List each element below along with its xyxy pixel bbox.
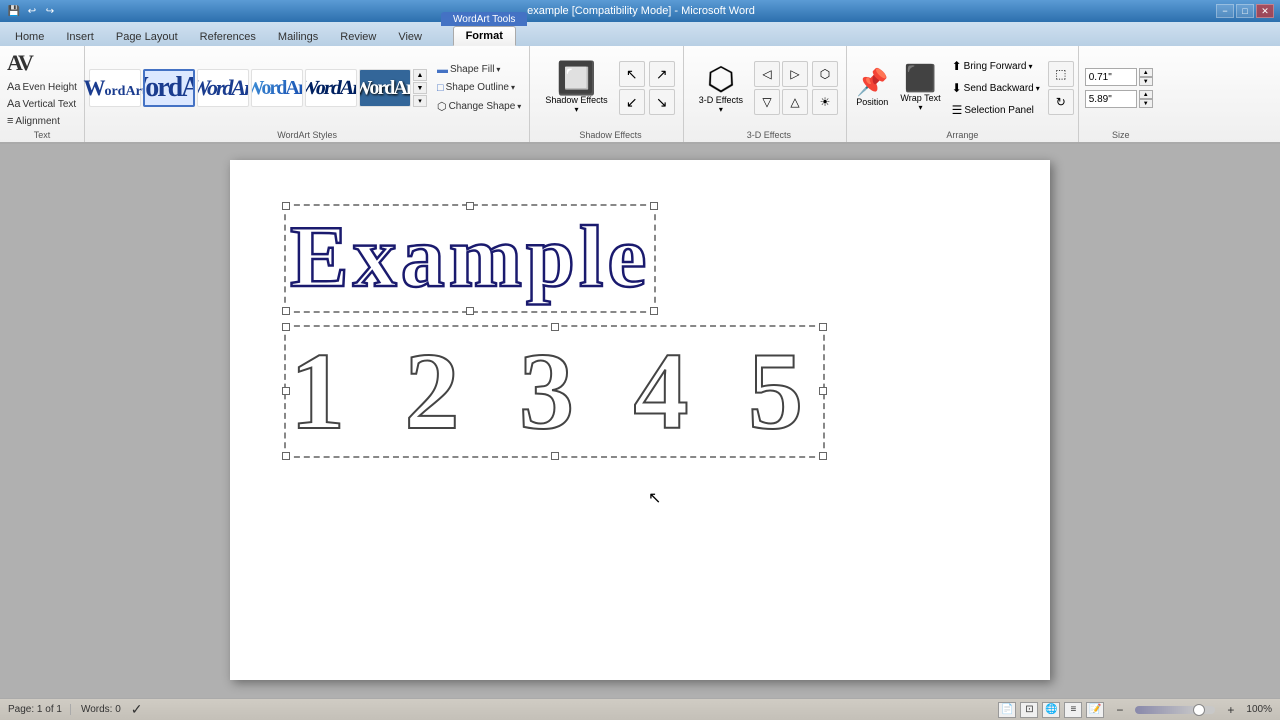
- wordart-style-5[interactable]: WordArt: [359, 69, 411, 107]
- selection-panel-button[interactable]: ☰ Selection Panel: [948, 100, 1044, 120]
- effects-3d-button[interactable]: ⬡ 3-D Effects ▾: [692, 57, 750, 119]
- ribbon-group-shadow-effects: 🔲 Shadow Effects ▾ ↖ ↙ ↗ ↘ Shadow Effect…: [530, 46, 683, 142]
- av-spacing-button[interactable]: AV: [4, 48, 80, 78]
- cursor: ↖: [648, 488, 661, 508]
- zoom-level[interactable]: 100%: [1246, 704, 1272, 715]
- even-height-button[interactable]: Aa Even Height: [4, 79, 80, 95]
- minimize-button[interactable]: −: [1216, 4, 1234, 18]
- shadow-move-button[interactable]: ↙: [619, 89, 645, 115]
- gallery-scroll-up[interactable]: ▲: [413, 69, 427, 81]
- shadow-nudge-up[interactable]: ↗: [649, 61, 675, 87]
- zoom-minus[interactable]: −: [1114, 703, 1125, 717]
- zoom-plus[interactable]: +: [1225, 703, 1236, 717]
- width-input[interactable]: [1085, 90, 1137, 108]
- close-button[interactable]: ✕: [1256, 4, 1274, 18]
- status-bar: Page: 1 of 1 Words: 0 ✓ 📄 ⊡ 🌐 ≡ 📝 − + 10…: [0, 698, 1280, 720]
- size-group-label: Size: [1085, 130, 1157, 140]
- tab-page-layout[interactable]: Page Layout: [105, 26, 189, 46]
- height-spin-down[interactable]: ▼: [1139, 77, 1153, 86]
- 3d-direction-button[interactable]: ☀: [812, 89, 838, 115]
- wordart-style-1-full[interactable]: WordArt: [143, 69, 195, 107]
- send-backward-button[interactable]: ⬇ Send Backward ▾: [948, 78, 1044, 98]
- wordart-numbers-text: 1 2 3 4 5: [290, 331, 819, 452]
- bring-forward-button[interactable]: ⬆ Bring Forward ▾: [948, 56, 1044, 76]
- draft-view-icon[interactable]: 📝: [1086, 702, 1104, 718]
- shape-fill-button[interactable]: ▬ Shape Fill ▾: [433, 62, 525, 78]
- ribbon-group-wordart-styles: W ordArt WordArt WordArt WordArt WordArt…: [85, 46, 530, 142]
- change-shape-button[interactable]: ⬡ Change Shape ▾: [433, 98, 525, 115]
- width-spin-up[interactable]: ▲: [1139, 90, 1153, 99]
- 3d-effects-group-label: 3-D Effects: [692, 130, 846, 140]
- 3d-tilt-right[interactable]: ▷: [782, 61, 808, 87]
- shadow-toggle-button[interactable]: ↖: [619, 61, 645, 87]
- ribbon-group-size: ▲ ▼ ▲ ▼ Size: [1079, 46, 1159, 142]
- ribbon-group-3d-effects: ⬡ 3-D Effects ▾ ◁ ▷ ▽ △: [684, 46, 847, 142]
- 3d-tilt-down[interactable]: ▽: [754, 89, 780, 115]
- wordart-tools-label: WordArt Tools: [441, 12, 527, 26]
- gallery-scroll-down[interactable]: ▼: [413, 82, 427, 94]
- height-input[interactable]: [1085, 68, 1137, 86]
- wordart-example-text: Example: [290, 210, 650, 307]
- full-screen-icon[interactable]: ⊡: [1020, 702, 1038, 718]
- print-layout-icon[interactable]: 📄: [998, 702, 1016, 718]
- text-group-label: Text: [4, 130, 80, 140]
- wordart-numbers-container[interactable]: 1 2 3 4 5: [290, 331, 819, 452]
- tab-format[interactable]: Format: [453, 26, 516, 46]
- document-page: Example 1 2 3 4 5 ↖: [230, 160, 1050, 680]
- arrange-group-label: Arrange: [851, 130, 1074, 140]
- shadow-nudge-down[interactable]: ↘: [649, 89, 675, 115]
- redo-icon[interactable]: ↪: [42, 3, 58, 19]
- word-count: Words: 0: [81, 704, 121, 715]
- tab-references[interactable]: References: [189, 26, 267, 46]
- width-spin-down[interactable]: ▼: [1139, 99, 1153, 108]
- wordart-style-2[interactable]: WordArt: [197, 69, 249, 107]
- 3d-depth-button[interactable]: ⬡: [812, 61, 838, 87]
- tab-insert[interactable]: Insert: [55, 26, 105, 46]
- spell-check-icon[interactable]: ✓: [131, 701, 143, 718]
- shape-outline-button[interactable]: □ Shape Outline ▾: [433, 80, 525, 96]
- web-layout-icon[interactable]: 🌐: [1042, 702, 1060, 718]
- undo-icon[interactable]: ↩: [24, 3, 40, 19]
- shadow-effects-button[interactable]: 🔲 Shadow Effects ▾: [538, 57, 614, 119]
- wordart-styles-group-label: WordArt Styles: [89, 130, 525, 140]
- zoom-slider[interactable]: [1135, 706, 1215, 714]
- maximize-button[interactable]: □: [1236, 4, 1254, 18]
- wordart-style-1[interactable]: W ordArt: [89, 69, 141, 107]
- wrap-text-button[interactable]: ⬛ Wrap Text ▾: [895, 61, 945, 116]
- shadow-effects-group-label: Shadow Effects: [538, 130, 682, 140]
- outline-view-icon[interactable]: ≡: [1064, 702, 1082, 718]
- window-title: example [Compatibility Mode] - Microsoft…: [66, 5, 1216, 17]
- alignment-button[interactable]: ≡ Alignment: [4, 113, 80, 129]
- 3d-tilt-left[interactable]: ◁: [754, 61, 780, 87]
- position-button[interactable]: 📌 Position: [851, 65, 893, 111]
- tab-home[interactable]: Home: [4, 26, 55, 46]
- 3d-tilt-up[interactable]: △: [782, 89, 808, 115]
- ribbon-group-arrange: 📌 Position ⬛ Wrap Text ▾ ⬆ Bring Forward…: [847, 46, 1079, 142]
- height-spin-up[interactable]: ▲: [1139, 68, 1153, 77]
- gallery-more[interactable]: ▾: [413, 95, 427, 107]
- tab-mailings[interactable]: Mailings: [267, 26, 329, 46]
- tab-review[interactable]: Review: [329, 26, 387, 46]
- rotate-button[interactable]: ↻: [1048, 89, 1074, 115]
- page-info: Page: 1 of 1: [8, 704, 71, 715]
- wordart-example-container[interactable]: Example: [290, 210, 650, 307]
- quick-save-icon[interactable]: 💾: [6, 3, 22, 19]
- vertical-text-button[interactable]: Aa Vertical Text: [4, 96, 80, 112]
- ribbon-group-text: AV Aa Even Height Aa Vertical Text ≡ Ali…: [0, 46, 85, 142]
- wordart-style-4[interactable]: WordArt: [305, 69, 357, 107]
- align-button[interactable]: ⬚: [1048, 61, 1074, 87]
- view-icons: 📄 ⊡ 🌐 ≡ 📝: [998, 702, 1104, 718]
- tab-view[interactable]: View: [387, 26, 433, 46]
- wordart-style-3[interactable]: WordArt: [251, 69, 303, 107]
